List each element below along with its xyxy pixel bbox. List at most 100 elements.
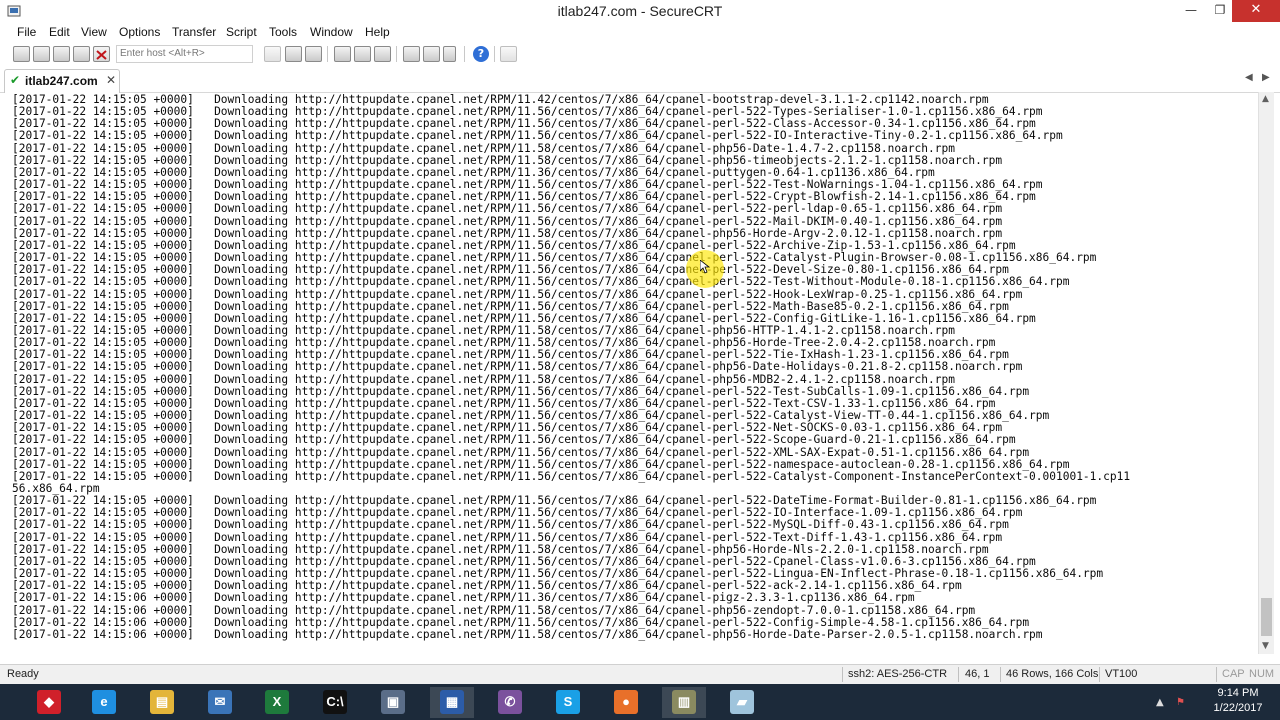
terminal-line: [2017-01-22 14:15:05 +0000] Downloading …: [12, 202, 1003, 216]
tab-bar: ✔ itlab247.com ✕: [0, 66, 1280, 93]
status-cipher: ssh2: AES-256-CTR: [848, 668, 948, 680]
connect-in-tab-icon[interactable]: [53, 46, 70, 62]
terminal-line: [2017-01-22 14:15:05 +0000] Downloading …: [12, 129, 1063, 143]
terminal-line: [2017-01-22 14:15:05 +0000] Downloading …: [12, 275, 1070, 289]
skype-icon: S: [556, 690, 580, 714]
paste-icon[interactable]: [285, 46, 302, 62]
taskbar-skype-button[interactable]: S: [546, 687, 590, 718]
status-separator: [958, 667, 959, 682]
terminal-output[interactable]: [2017-01-22 14:15:05 +0000] Downloading …: [8, 94, 1258, 654]
disconnect-icon[interactable]: [93, 46, 110, 62]
toolbar-separator: [464, 46, 465, 62]
terminal-line: [2017-01-22 14:15:05 +0000] Downloading …: [12, 445, 1030, 459]
menu-transfer[interactable]: Transfer: [172, 25, 216, 39]
status-terminal-size: 46 Rows, 166 Cols: [1006, 668, 1099, 680]
taskbar-note-app-button[interactable]: ▰: [720, 687, 764, 718]
menu-window[interactable]: Window: [310, 25, 353, 39]
terminal-line: [2017-01-22 14:15:05 +0000] Downloading …: [12, 141, 955, 155]
taskbar-command-prompt-button[interactable]: C:\: [313, 687, 357, 718]
vertical-scrollbar[interactable]: ▲ ▼: [1258, 92, 1274, 654]
terminal-line: [2017-01-22 14:15:05 +0000] Downloading …: [12, 360, 1023, 374]
terminal-line: [2017-01-22 14:15:05 +0000] Downloading …: [12, 469, 1131, 483]
menu-options[interactable]: Options: [119, 25, 160, 39]
scroll-up-icon[interactable]: ▲: [1262, 94, 1269, 104]
reconnect-icon[interactable]: [73, 46, 90, 62]
taskbar-securecrt-button[interactable]: ▥: [662, 687, 706, 718]
terminal-line: [2017-01-22 14:15:05 +0000] Downloading …: [12, 299, 1009, 313]
mouse-cursor-icon: [700, 260, 710, 274]
toolbar-separator: [396, 46, 397, 62]
print-screen-icon[interactable]: [374, 46, 391, 62]
terminal-line: [2017-01-22 14:15:05 +0000] Downloading …: [12, 433, 1016, 447]
terminal-line: [2017-01-22 14:15:05 +0000] Downloading …: [12, 214, 1003, 228]
terminal-line: [2017-01-22 14:15:05 +0000] Downloading …: [12, 530, 1003, 544]
menu-edit[interactable]: Edit: [49, 25, 70, 39]
scrollbar-thumb[interactable]: [1261, 598, 1272, 636]
tab-itlab247[interactable]: ✔ itlab247.com ✕: [4, 69, 120, 93]
terminal-line: [2017-01-22 14:15:06 +0000] Downloading …: [12, 591, 915, 605]
quick-connect-icon[interactable]: [33, 46, 50, 62]
global-options-icon[interactable]: [423, 46, 440, 62]
thunderbird-icon: ✉: [208, 690, 232, 714]
copy-icon[interactable]: [264, 46, 281, 62]
tab-close-icon[interactable]: ✕: [106, 73, 116, 87]
session-options-icon[interactable]: [403, 46, 420, 62]
status-ready: Ready: [7, 668, 39, 680]
close-button[interactable]: ✕: [1232, 0, 1280, 22]
status-separator: [1216, 667, 1217, 682]
taskbar-viber-button[interactable]: ✆: [488, 687, 532, 718]
scroll-down-icon[interactable]: ▼: [1262, 641, 1269, 651]
taskbar-remote-desktop-button[interactable]: ▦: [430, 687, 474, 718]
status-separator: [1000, 667, 1001, 682]
taskbar-excel-button[interactable]: X: [255, 687, 299, 718]
status-separator: [842, 667, 843, 682]
help-icon[interactable]: ?: [473, 46, 489, 62]
status-separator: [1099, 667, 1100, 682]
excel-icon: X: [265, 690, 289, 714]
print-icon[interactable]: [334, 46, 351, 62]
network-app-icon: ▣: [381, 690, 405, 714]
menu-script[interactable]: Script: [226, 25, 257, 39]
sftp-icon[interactable]: [500, 46, 517, 62]
connect-icon[interactable]: [13, 46, 30, 62]
menu-view[interactable]: View: [81, 25, 107, 39]
tab-label: itlab247.com: [25, 74, 98, 88]
tray-flag-icon[interactable]: ⚑: [1176, 697, 1185, 708]
connected-check-icon: ✔: [10, 73, 21, 87]
status-cursor-position: 46, 1: [965, 668, 990, 680]
clock-date: 1/22/2017: [1213, 702, 1263, 714]
tray-clock[interactable]: 9:14 PM 1/22/2017: [1196, 686, 1280, 716]
menu-bar: File Edit View Options Transfer Script T…: [0, 22, 1280, 42]
note-app-icon: ▰: [730, 690, 754, 714]
status-emulation: VT100: [1105, 668, 1138, 680]
command-prompt-icon: C:\: [323, 690, 347, 714]
menu-tools[interactable]: Tools: [269, 25, 297, 39]
find-icon[interactable]: [305, 46, 322, 62]
tab-next-icon[interactable]: ▶: [1262, 72, 1270, 83]
status-num-lock: NUM: [1249, 668, 1275, 680]
keymap-icon[interactable]: [443, 46, 456, 62]
firefox-icon: ●: [614, 690, 638, 714]
tray-expand-icon[interactable]: ▲: [1156, 697, 1164, 708]
taskbar-red-app-button[interactable]: ◆: [27, 687, 71, 718]
clock-time: 9:14 PM: [1217, 687, 1259, 699]
remote-desktop-icon: ▦: [440, 690, 464, 714]
terminal-line: [2017-01-22 14:15:06 +0000] Downloading …: [12, 603, 976, 617]
red-app-icon: ◆: [37, 690, 61, 714]
terminal-line: [2017-01-22 14:15:05 +0000] Downloading …: [12, 518, 1009, 532]
taskbar-network-app-button[interactable]: ▣: [371, 687, 415, 718]
window-title: itlab247.com - SecureCRT: [557, 3, 723, 19]
taskbar-internet-explorer-button[interactable]: e: [82, 687, 126, 718]
taskbar-thunderbird-button[interactable]: ✉: [198, 687, 242, 718]
tab-prev-icon[interactable]: ◀: [1245, 72, 1253, 83]
menu-file[interactable]: File: [17, 25, 36, 39]
title-bar: itlab247.com - SecureCRT — ❐ ✕: [0, 0, 1280, 22]
taskbar-firefox-button[interactable]: ●: [604, 687, 648, 718]
terminal-line: [2017-01-22 14:15:05 +0000] Downloading …: [12, 287, 1023, 301]
menu-help[interactable]: Help: [365, 25, 390, 39]
taskbar-file-explorer-button[interactable]: ▤: [140, 687, 184, 718]
internet-explorer-icon: e: [92, 690, 116, 714]
enter-host-input[interactable]: Enter host <Alt+R>: [116, 45, 253, 63]
terminal-line: [2017-01-22 14:15:05 +0000] Downloading …: [12, 372, 955, 386]
print-selection-icon[interactable]: [354, 46, 371, 62]
